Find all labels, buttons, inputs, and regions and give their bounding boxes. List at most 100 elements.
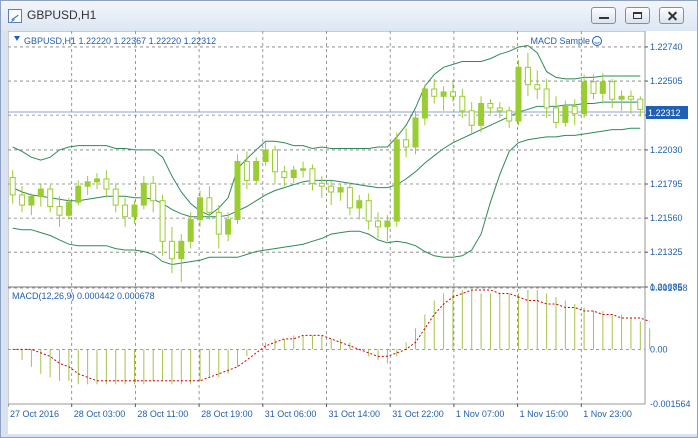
bear-candle-body bbox=[215, 211, 222, 235]
bull-candle-body bbox=[28, 195, 35, 206]
time-tick-label: 28 Oct 03:00 bbox=[74, 409, 126, 419]
maximize-button[interactable] bbox=[625, 7, 650, 24]
bear-candle-body bbox=[328, 185, 335, 193]
bull-candle-body bbox=[478, 103, 485, 126]
time-tick-label: 28 Oct 19:00 bbox=[201, 409, 253, 419]
bear-candle-body bbox=[609, 81, 616, 100]
bull-candle-body bbox=[65, 201, 72, 216]
bull-candle-body bbox=[234, 161, 241, 220]
bear-candle-body bbox=[318, 182, 325, 187]
bull-candle-body bbox=[253, 161, 260, 181]
bear-candle-body bbox=[272, 149, 278, 173]
bull-candle-body bbox=[337, 187, 344, 193]
close-button[interactable] bbox=[659, 7, 684, 24]
chart-window-icon bbox=[8, 9, 22, 23]
bear-candle-body bbox=[450, 91, 456, 97]
bear-candle-body bbox=[47, 188, 54, 208]
bear-candle-body bbox=[150, 182, 157, 202]
bear-candle-body bbox=[590, 81, 597, 94]
indicator-label: MACD Sample bbox=[530, 36, 590, 46]
time-tick-label: 1 Nov 07:00 bbox=[456, 409, 505, 419]
bull-candle-body bbox=[599, 81, 606, 94]
bull-candle-body bbox=[421, 88, 428, 119]
bull-candle-body bbox=[94, 178, 100, 183]
macd-tick-label: -0.001564 bbox=[650, 399, 691, 409]
bear-candle-body bbox=[524, 66, 531, 86]
macd-tick-label: 0.00 bbox=[650, 344, 668, 354]
bull-candle-body bbox=[37, 188, 44, 197]
bear-candle-body bbox=[375, 220, 381, 228]
bull-candle-body bbox=[581, 81, 588, 115]
bear-candle-body bbox=[571, 105, 578, 115]
bear-candle-body bbox=[365, 200, 372, 222]
chart-window: GBPUSD,H1 1.227401.225051.222701.220301.… bbox=[0, 0, 698, 438]
price-chart[interactable]: 1.227401.225051.222701.220301.217951.215… bbox=[8, 31, 697, 434]
current-price-value: 1.22312 bbox=[648, 108, 681, 118]
window-title: GBPUSD,H1 bbox=[27, 8, 97, 22]
bull-candle-body bbox=[131, 204, 138, 218]
bull-candle-body bbox=[290, 169, 297, 178]
candle bbox=[253, 157, 260, 184]
bull-candle-body bbox=[393, 139, 400, 222]
price-tick-label: 1.22740 bbox=[650, 42, 683, 52]
bull-candle-body bbox=[562, 105, 569, 123]
price-tick-label: 1.22030 bbox=[650, 145, 683, 155]
bear-candle-body bbox=[543, 88, 550, 109]
bear-candle-body bbox=[553, 107, 559, 123]
time-tick-label: 31 Oct 22:00 bbox=[392, 409, 444, 419]
time-tick-label: 27 Oct 2016 bbox=[10, 409, 59, 419]
price-tick-label: 1.21560 bbox=[650, 213, 683, 223]
bull-candle-body bbox=[75, 185, 82, 203]
time-tick-label: 31 Oct 14:00 bbox=[329, 409, 381, 419]
bull-candle-body bbox=[187, 219, 194, 242]
bear-candle-body bbox=[9, 177, 16, 196]
time-tick-label: 1 Nov 23:00 bbox=[583, 409, 632, 419]
bull-candle-body bbox=[515, 66, 522, 122]
price-tick-label: 1.22505 bbox=[650, 76, 683, 86]
price-tick-label: 1.21325 bbox=[650, 247, 683, 257]
bull-candle-body bbox=[262, 149, 269, 163]
bear-candle-body bbox=[346, 187, 353, 209]
symbol-header: GBPUSD,H1 1.22220 1.22367 1.22220 1.2231… bbox=[24, 36, 216, 46]
bear-candle-body bbox=[103, 178, 110, 190]
bear-candle-body bbox=[112, 188, 119, 206]
bull-candle-body bbox=[440, 91, 447, 97]
chart-area[interactable]: 1.227401.225051.222701.220301.217951.215… bbox=[8, 31, 697, 434]
bear-candle-body bbox=[19, 194, 26, 206]
bull-candle-body bbox=[618, 95, 625, 100]
bear-candle-body bbox=[206, 197, 213, 213]
bear-candle-body bbox=[309, 168, 316, 184]
bear-candle-body bbox=[403, 139, 410, 148]
bear-candle-body bbox=[431, 88, 438, 97]
candle bbox=[234, 154, 241, 224]
bull-candle-body bbox=[84, 181, 91, 187]
window-titlebar[interactable]: GBPUSD,H1 bbox=[1, 1, 697, 31]
macd-header: MACD(12,26,9) 0.000442 0.000678 bbox=[12, 291, 155, 301]
bear-candle-body bbox=[496, 107, 503, 112]
bear-candle-body bbox=[159, 200, 166, 242]
bull-candle-body bbox=[300, 168, 307, 171]
bear-candle-body bbox=[281, 171, 288, 178]
bull-candle-body bbox=[140, 182, 147, 206]
candle bbox=[393, 132, 400, 227]
time-tick-label: 31 Oct 06:00 bbox=[265, 409, 317, 419]
bear-candle-body bbox=[56, 206, 63, 216]
bear-candle-body bbox=[168, 240, 175, 260]
bear-candle-body bbox=[487, 103, 494, 109]
price-tick-label: 1.21795 bbox=[650, 179, 683, 189]
bear-candle-body bbox=[243, 161, 250, 181]
bear-candle-body bbox=[627, 95, 634, 100]
bull-candle-body bbox=[356, 200, 363, 209]
bear-candle-body bbox=[637, 98, 644, 110]
bull-candle-body bbox=[412, 117, 419, 148]
bear-candle-body bbox=[506, 110, 513, 122]
bear-candle-body bbox=[534, 84, 541, 90]
bull-candle-body bbox=[384, 220, 391, 228]
bear-candle-body bbox=[459, 95, 466, 112]
minimize-button[interactable] bbox=[591, 7, 616, 24]
bull-candle-body bbox=[178, 240, 185, 260]
bull-candle-body bbox=[197, 197, 203, 221]
current-price-tag: 1.22312 bbox=[646, 106, 688, 119]
candle bbox=[515, 60, 522, 126]
time-tick-label: 1 Nov 15:00 bbox=[520, 409, 569, 419]
